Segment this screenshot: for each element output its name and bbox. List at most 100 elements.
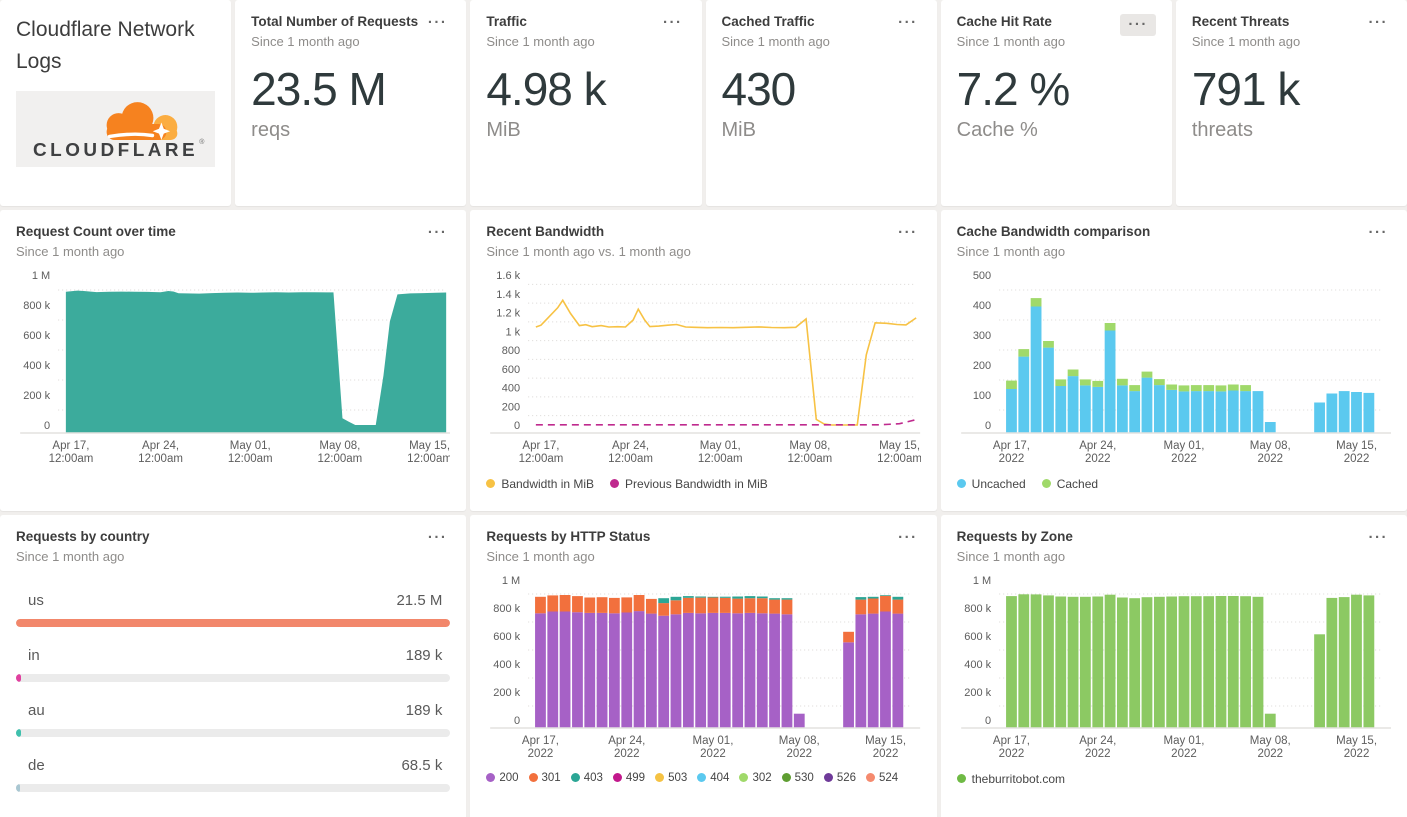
chart-legend: Uncached Cached	[956, 476, 1391, 491]
chart-legend: theburritobot.com	[956, 771, 1391, 786]
legend-item[interactable]: Cached	[1041, 476, 1099, 491]
svg-text:May 15,2022: May 15, 2022	[1336, 735, 1377, 760]
svg-text:800 k: 800 k	[494, 603, 521, 615]
legend-item[interactable]: 499	[612, 771, 646, 784]
svg-text:May 01,12:00am: May 01, 12:00am	[698, 440, 743, 465]
panel-title: Total Number of Requests	[251, 14, 419, 29]
panel-subtitle: Since 1 month ago	[956, 243, 1066, 259]
billboard-value: 4.98 k	[486, 62, 606, 115]
legend-item[interactable]: 526	[823, 772, 856, 784]
zone-bar-chart[interactable]: 1 M 800 k 600 k 400 k 200 k 0Apr 17, 2022 Apr 2…	[957, 568, 1391, 764]
legend-label: Uncached	[971, 476, 1026, 491]
billboard-value: 23.5 M	[251, 62, 387, 115]
kebab-menu-icon[interactable]: ···	[1366, 529, 1392, 547]
legend-dot-icon	[781, 773, 791, 783]
kebab-menu-icon[interactable]: ···	[895, 224, 921, 242]
svg-text:Apr 17,2022: Apr 17, 2022	[993, 440, 1030, 465]
panel-traffic: Traffic Since 1 month ago ··· 4.98 k MiB	[470, 0, 702, 206]
legend-item[interactable]: 403	[570, 772, 603, 784]
svg-text:600 k: 600 k	[23, 330, 50, 342]
kebab-menu-icon[interactable]: ···	[425, 14, 451, 32]
legend-label: Cached	[1056, 476, 1099, 491]
legend-item[interactable]: 200	[486, 772, 519, 784]
legend-label: 499	[625, 771, 646, 784]
legend-item[interactable]: 404	[697, 772, 729, 784]
panel-request-count: Request Count over time Since 1 month ag…	[0, 210, 467, 511]
country-row[interactable]: de 68.5 k	[16, 756, 451, 812]
legend-dot-icon	[486, 773, 496, 783]
kebab-menu-icon[interactable]: ···	[660, 14, 686, 32]
legend-item[interactable]: 503	[655, 772, 687, 784]
svg-text:May 01,2022: May 01, 2022	[1163, 440, 1204, 465]
svg-text:May 15,12:00am: May 15, 12:00am	[407, 440, 450, 465]
request-count-area-chart[interactable]: 1 M 800 k 600 k 400 k 200 k 0 Apr 17, 12:00am Ap…	[16, 263, 450, 469]
panel-title: Requests by country	[16, 529, 150, 544]
legend-label: 524	[879, 771, 899, 784]
legend-item[interactable]: 524	[866, 772, 898, 784]
svg-text:0: 0	[44, 420, 50, 432]
panel-recent-threats: Recent Threats Since 1 month ago ··· 791…	[1175, 0, 1407, 206]
country-row[interactable]: us 21.5 M	[16, 591, 451, 647]
legend-dot-icon	[528, 773, 538, 783]
legend-item[interactable]: Bandwidth in MiB	[486, 477, 594, 491]
cloudflare-logo: CLOUDFLARE ®	[16, 91, 216, 167]
svg-text:Apr 17,12:00am: Apr 17, 12:00am	[519, 440, 564, 465]
country-bar-fill	[16, 618, 451, 627]
svg-text:May 08,2022: May 08, 2022	[1249, 440, 1290, 465]
svg-text:600 k: 600 k	[494, 631, 521, 643]
kebab-menu-icon[interactable]: ···	[1366, 14, 1392, 32]
recent-bandwidth-line-chart[interactable]: 1.6 k 1.4 k 1.2 k 1 k 800 600 400 200 0 Apr 17, 12…	[486, 263, 921, 469]
kebab-menu-icon[interactable]: ···	[425, 224, 451, 242]
country-label: us	[28, 591, 44, 609]
country-bar-fill	[16, 728, 22, 737]
country-label: in	[28, 646, 40, 664]
panel-requests-by-zone: Requests by Zone Since 1 month ago ··· 1…	[940, 515, 1407, 817]
kebab-menu-icon[interactable]: ···	[1366, 224, 1392, 242]
panel-title: Requests by HTTP Status	[486, 529, 651, 544]
panel-recent-bandwidth: Recent Bandwidth Since 1 month ago vs. 1…	[470, 210, 937, 511]
legend-label: theburritobot.com	[971, 771, 1066, 786]
svg-text:200 k: 200 k	[23, 390, 50, 402]
legend-item[interactable]: 302	[739, 772, 772, 784]
legend-dot-icon	[823, 773, 833, 783]
kebab-menu-icon[interactable]: ···	[895, 529, 921, 547]
legend-item[interactable]: 301	[528, 772, 561, 784]
legend-dot-icon	[655, 773, 665, 783]
panel-title: Recent Bandwidth	[486, 224, 605, 239]
cloudflare-wordmark: CLOUDFLARE	[33, 140, 198, 161]
panel-subtitle: Since 1 month ago	[956, 548, 1066, 564]
panel-requests-by-http-status: Requests by HTTP Status Since 1 month ag…	[470, 515, 937, 817]
legend-item[interactable]: theburritobot.com	[956, 771, 1066, 786]
panel-total-requests: Total Number of Requests Since 1 month a…	[235, 0, 467, 206]
country-row[interactable]: au 189 k	[16, 702, 451, 757]
kebab-menu-icon[interactable]: ···	[895, 14, 921, 32]
svg-text:May 15,2022: May 15, 2022	[865, 735, 906, 760]
svg-text:0: 0	[985, 420, 991, 432]
panel-title: Requests by Zone	[956, 529, 1073, 544]
svg-text:1 k: 1 k	[506, 326, 521, 338]
cloudflare-logo-image: CLOUDFLARE ®	[33, 102, 205, 161]
panel-subtitle: Since 1 month ago	[16, 548, 125, 564]
cache-bandwidth-bar-chart[interactable]: 500 400 300 200 100 0Apr 17, 2022 Apr 24, 2022 Ma…	[957, 263, 1391, 469]
legend-dot-icon	[570, 773, 580, 783]
country-label: au	[28, 701, 45, 719]
legend-item[interactable]: Uncached	[956, 476, 1026, 491]
kebab-menu-icon[interactable]: ···	[425, 529, 451, 547]
panel-cached-traffic: Cached Traffic Since 1 month ago ··· 430…	[705, 0, 937, 206]
svg-text:Apr 24,2022: Apr 24, 2022	[1079, 440, 1116, 465]
legend-label: 503	[668, 771, 688, 784]
kebab-menu-icon[interactable]: ···	[1120, 14, 1156, 36]
svg-text:300: 300	[972, 330, 990, 342]
svg-text:600: 600	[502, 364, 520, 376]
country-row-text: au 189 k	[16, 702, 450, 719]
svg-text:200: 200	[972, 360, 990, 372]
panel-brand: Cloudflare Network Logs CLOUDFLARE ®	[0, 0, 232, 206]
legend-item[interactable]: Previous Bandwidth in MiB	[610, 477, 768, 491]
country-row[interactable]: in 189 k	[16, 646, 451, 702]
legend-item[interactable]: 530	[781, 772, 814, 784]
http-status-bar-chart[interactable]: 1 M 800 k 600 k 400 k 200 k 0Apr 17, 2022 Apr 2…	[486, 568, 921, 764]
panel-subtitle: Since 1 month ago	[486, 548, 595, 564]
country-label: de	[28, 756, 45, 774]
svg-text:800 k: 800 k	[23, 300, 50, 312]
svg-text:1 M: 1 M	[502, 575, 520, 587]
